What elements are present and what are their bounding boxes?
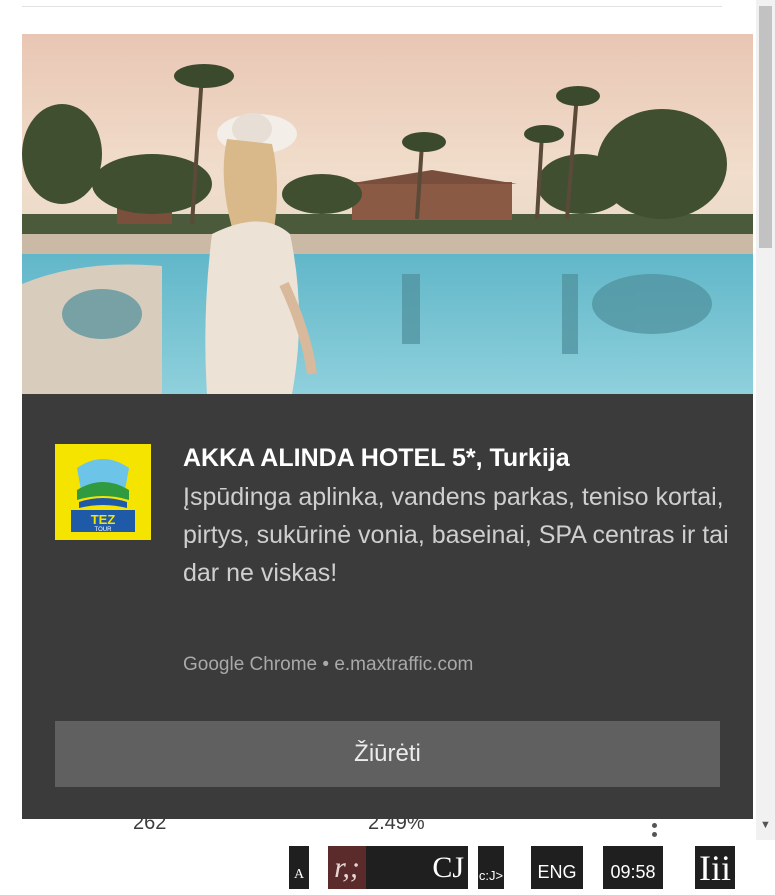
notification-body: Įspūdinga aplinka, vandens parkas, tenis… bbox=[183, 483, 729, 587]
taskbar-item[interactable]: Iii bbox=[695, 846, 735, 889]
svg-text:TEZ: TEZ bbox=[91, 512, 116, 527]
notification-toast[interactable]: TEZ TOUR AKKA ALINDA HOTEL 5*, Turkija Į… bbox=[22, 34, 753, 819]
taskbar-item[interactable]: r,; bbox=[328, 846, 366, 889]
taskbar: A r,; CJ c:J> ENG 09:58 Iii bbox=[0, 840, 775, 895]
taskbar-item[interactable]: CJ bbox=[366, 846, 468, 889]
hero-image bbox=[22, 34, 753, 394]
notification-title: AKKA ALINDA HOTEL 5*, Turkija bbox=[183, 444, 570, 472]
divider bbox=[22, 6, 722, 7]
language-indicator[interactable]: ENG bbox=[531, 846, 583, 889]
scrollbar-thumb[interactable] bbox=[759, 6, 772, 248]
scroll-down-arrow-icon[interactable]: ▼ bbox=[756, 818, 775, 832]
vertical-scrollbar[interactable]: ▼ bbox=[756, 0, 775, 840]
clock[interactable]: 09:58 bbox=[603, 846, 663, 889]
svg-text:TOUR: TOUR bbox=[95, 527, 113, 533]
notification-source: Google Chrome • e.maxtraffic.com bbox=[183, 654, 474, 675]
hotel-pool-photo bbox=[22, 34, 753, 394]
taskbar-item[interactable]: c:J> bbox=[478, 846, 504, 889]
tez-tour-logo: TEZ TOUR bbox=[55, 444, 151, 540]
taskbar-item[interactable]: A bbox=[289, 846, 309, 889]
view-button[interactable]: Žiūrėti bbox=[55, 721, 720, 787]
